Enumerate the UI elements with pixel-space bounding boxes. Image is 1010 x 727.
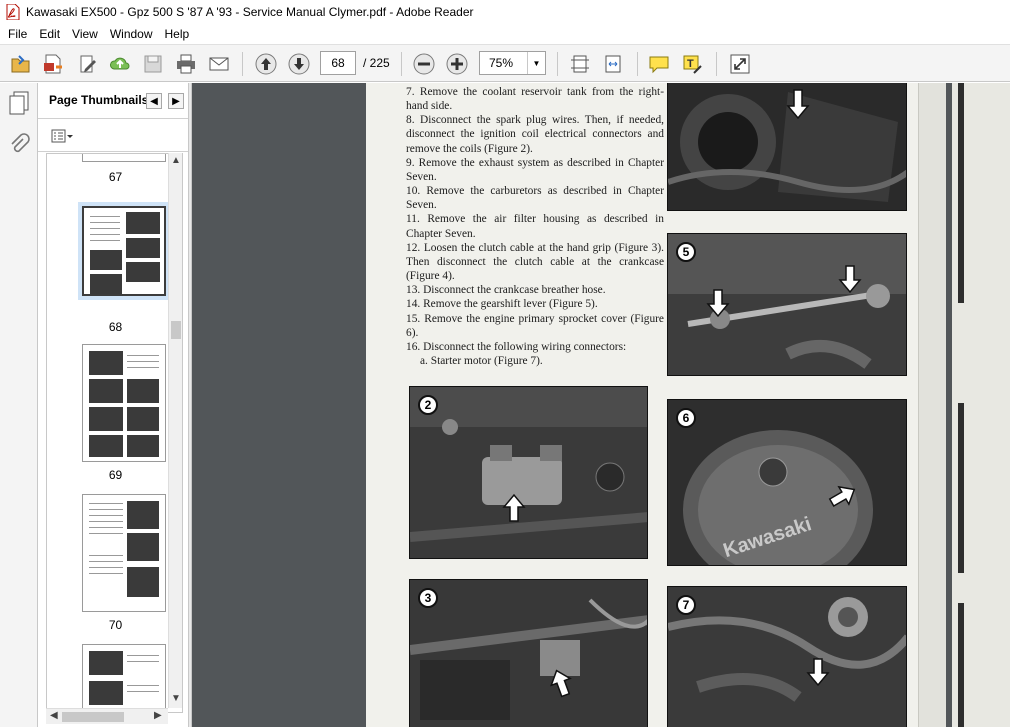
scroll-right-icon[interactable]: ▶ [154, 710, 162, 721]
thumbnail-page-68[interactable] [82, 206, 166, 296]
page-thumbnails-tab[interactable] [4, 87, 34, 119]
zoom-value: 75% [489, 56, 514, 70]
step-9: 9. Remove the exhaust system as describe… [406, 156, 664, 183]
document-view[interactable]: 7. Remove the coolant reservoir tank fro… [192, 83, 1010, 727]
title-bar: Kawasaki EX500 - Gpz 500 S '87 A '93 - S… [0, 0, 1010, 24]
page-number-input[interactable] [320, 51, 356, 75]
expand-icon[interactable] [727, 51, 753, 77]
thumbnails-header: Page Thumbnails ◀ ▶ [38, 83, 188, 119]
figure-number: 5 [676, 242, 696, 262]
figure-7-photo: 7 [667, 586, 907, 727]
thumbnails-horizontal-scrollbar[interactable]: ◀ ▶ [46, 708, 168, 724]
scroll-left-icon[interactable]: ◀ [50, 710, 58, 721]
figure-number: 7 [676, 595, 696, 615]
options-menu-icon[interactable] [51, 127, 75, 145]
thumbnail-label: 69 [108, 468, 123, 482]
figure-4-photo [667, 83, 907, 211]
step-13: 13. Disconnect the crankcase breather ho… [406, 284, 606, 297]
thumbnail-label: 68 [108, 320, 123, 334]
thumbnail-label: 70 [108, 618, 123, 632]
figure-6-photo: Kawasaki 6 [667, 399, 907, 566]
figure-number: 6 [676, 408, 696, 428]
thumbnails-toolbar [38, 120, 188, 152]
thumbnail-list: 67 68 69 70 [46, 153, 183, 713]
fit-width-icon[interactable] [600, 51, 626, 77]
step-15: 15. Remove the engine primary sprocket c… [406, 312, 664, 339]
page-total: / 225 [363, 56, 390, 70]
menu-file[interactable]: File [2, 25, 33, 43]
navigation-rail [0, 83, 38, 727]
zoom-in-icon[interactable] [444, 51, 470, 77]
fit-page-icon[interactable] [567, 51, 593, 77]
figure-number: 2 [418, 395, 438, 415]
zoom-out-icon[interactable] [411, 51, 437, 77]
edit-icon[interactable] [75, 51, 101, 77]
menu-window[interactable]: Window [104, 25, 159, 43]
email-icon[interactable] [206, 51, 232, 77]
menu-edit[interactable]: Edit [33, 25, 66, 43]
collapse-panel-icon[interactable]: ◀ [146, 93, 162, 109]
step-14: 14. Remove the gearshift lever (Figure 5… [406, 298, 598, 311]
scrollbar-thumb[interactable] [171, 321, 181, 339]
instructions-text: 7. Remove the coolant reservoir tank fro… [406, 85, 664, 368]
svg-text:T: T [687, 58, 694, 70]
window-title: Kawasaki EX500 - Gpz 500 S '87 A '93 - S… [26, 5, 474, 19]
zoom-select[interactable]: 75% ▼ [479, 51, 546, 75]
menu-help[interactable]: Help [159, 25, 196, 43]
pdf-page: 7. Remove the coolant reservoir tank fro… [366, 83, 946, 727]
separator [637, 52, 638, 76]
page-up-icon[interactable] [253, 51, 279, 77]
thumbnail-page-70[interactable] [82, 494, 166, 612]
next-pdf-page [952, 83, 1010, 727]
step-16: 16. Disconnect the following wiring conn… [406, 340, 627, 353]
highlight-icon[interactable]: T [679, 51, 705, 77]
scrollbar-thumb[interactable] [62, 712, 124, 722]
save-icon[interactable] [140, 51, 166, 77]
thumbnails-panel: Page Thumbnails ◀ ▶ 67 68 69 70 [38, 83, 188, 727]
print-icon[interactable] [173, 51, 199, 77]
thumbnail-label: 67 [108, 170, 123, 184]
step-7: 7. Remove the coolant reservoir tank fro… [406, 86, 664, 113]
open-icon[interactable] [8, 51, 34, 77]
figure-2-photo: 2 [409, 386, 648, 559]
page-down-icon[interactable] [286, 51, 312, 77]
thumbnail-page-71[interactable] [82, 644, 166, 712]
separator [401, 52, 402, 76]
figure-3-photo: 3 [409, 579, 648, 727]
page-gutter [918, 83, 946, 727]
pdf-file-icon [6, 3, 20, 21]
figure-number: 3 [418, 588, 438, 608]
step-12: 12. Loosen the clutch cable at the hand … [406, 241, 664, 283]
figure-5-photo: 5 [667, 233, 907, 376]
panel-title: Page Thumbnails [49, 93, 149, 107]
toolbar: / 225 75% ▼ T [0, 44, 1010, 82]
step-16a: a. Starter motor (Figure 7). [420, 354, 543, 367]
thumbnail-page-67[interactable] [82, 154, 166, 162]
menu-bar: File Edit View Window Help [0, 24, 1010, 44]
scroll-down-icon[interactable]: ▼ [171, 693, 181, 704]
scroll-up-icon[interactable]: ▲ [171, 155, 181, 166]
separator [242, 52, 243, 76]
comment-icon[interactable] [646, 51, 672, 77]
separator [557, 52, 558, 76]
thumbnails-vertical-scrollbar[interactable]: ▲ ▼ [168, 153, 182, 708]
step-8: 8. Disconnect the spark plug wires. Then… [406, 114, 664, 155]
step-10: 10. Remove the carburetors as described … [406, 185, 664, 212]
expand-panel-icon[interactable]: ▶ [168, 93, 184, 109]
step-11: 11. Remove the air filter housing as des… [406, 213, 664, 240]
create-pdf-icon[interactable] [40, 51, 66, 77]
attachments-tab[interactable] [4, 129, 34, 161]
menu-view[interactable]: View [66, 25, 104, 43]
upload-cloud-icon[interactable] [107, 51, 133, 77]
chevron-down-icon[interactable]: ▼ [527, 52, 545, 74]
separator [716, 52, 717, 76]
thumbnail-page-69[interactable] [82, 344, 166, 462]
